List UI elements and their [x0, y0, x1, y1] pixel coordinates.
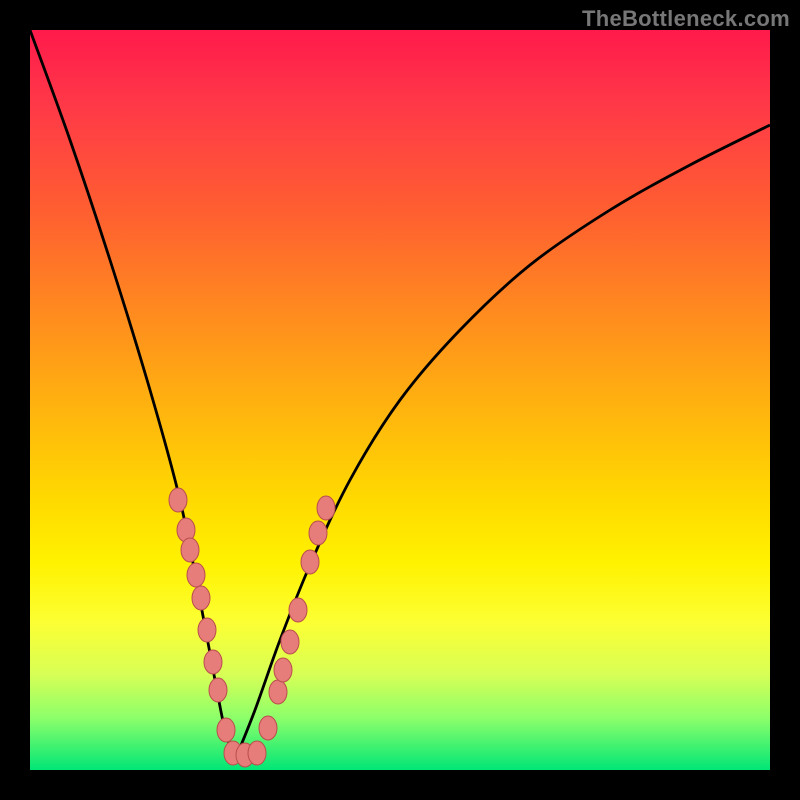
data-marker	[204, 650, 222, 674]
plot-area	[30, 30, 770, 770]
chart-root: TheBottleneck.com	[0, 0, 800, 800]
data-marker	[187, 563, 205, 587]
marker-group	[169, 488, 335, 767]
curve-left-arm	[30, 30, 235, 760]
data-marker	[259, 716, 277, 740]
data-marker	[192, 586, 210, 610]
data-marker	[289, 598, 307, 622]
data-marker	[274, 658, 292, 682]
data-marker	[301, 550, 319, 574]
data-marker	[169, 488, 187, 512]
curve-right-arm	[235, 125, 770, 760]
curve-svg	[30, 30, 770, 770]
watermark-text: TheBottleneck.com	[582, 6, 790, 32]
data-marker	[317, 496, 335, 520]
data-marker	[209, 678, 227, 702]
data-marker	[217, 718, 235, 742]
data-marker	[269, 680, 287, 704]
data-marker	[248, 741, 266, 765]
data-marker	[309, 521, 327, 545]
data-marker	[181, 538, 199, 562]
data-marker	[281, 630, 299, 654]
data-marker	[198, 618, 216, 642]
